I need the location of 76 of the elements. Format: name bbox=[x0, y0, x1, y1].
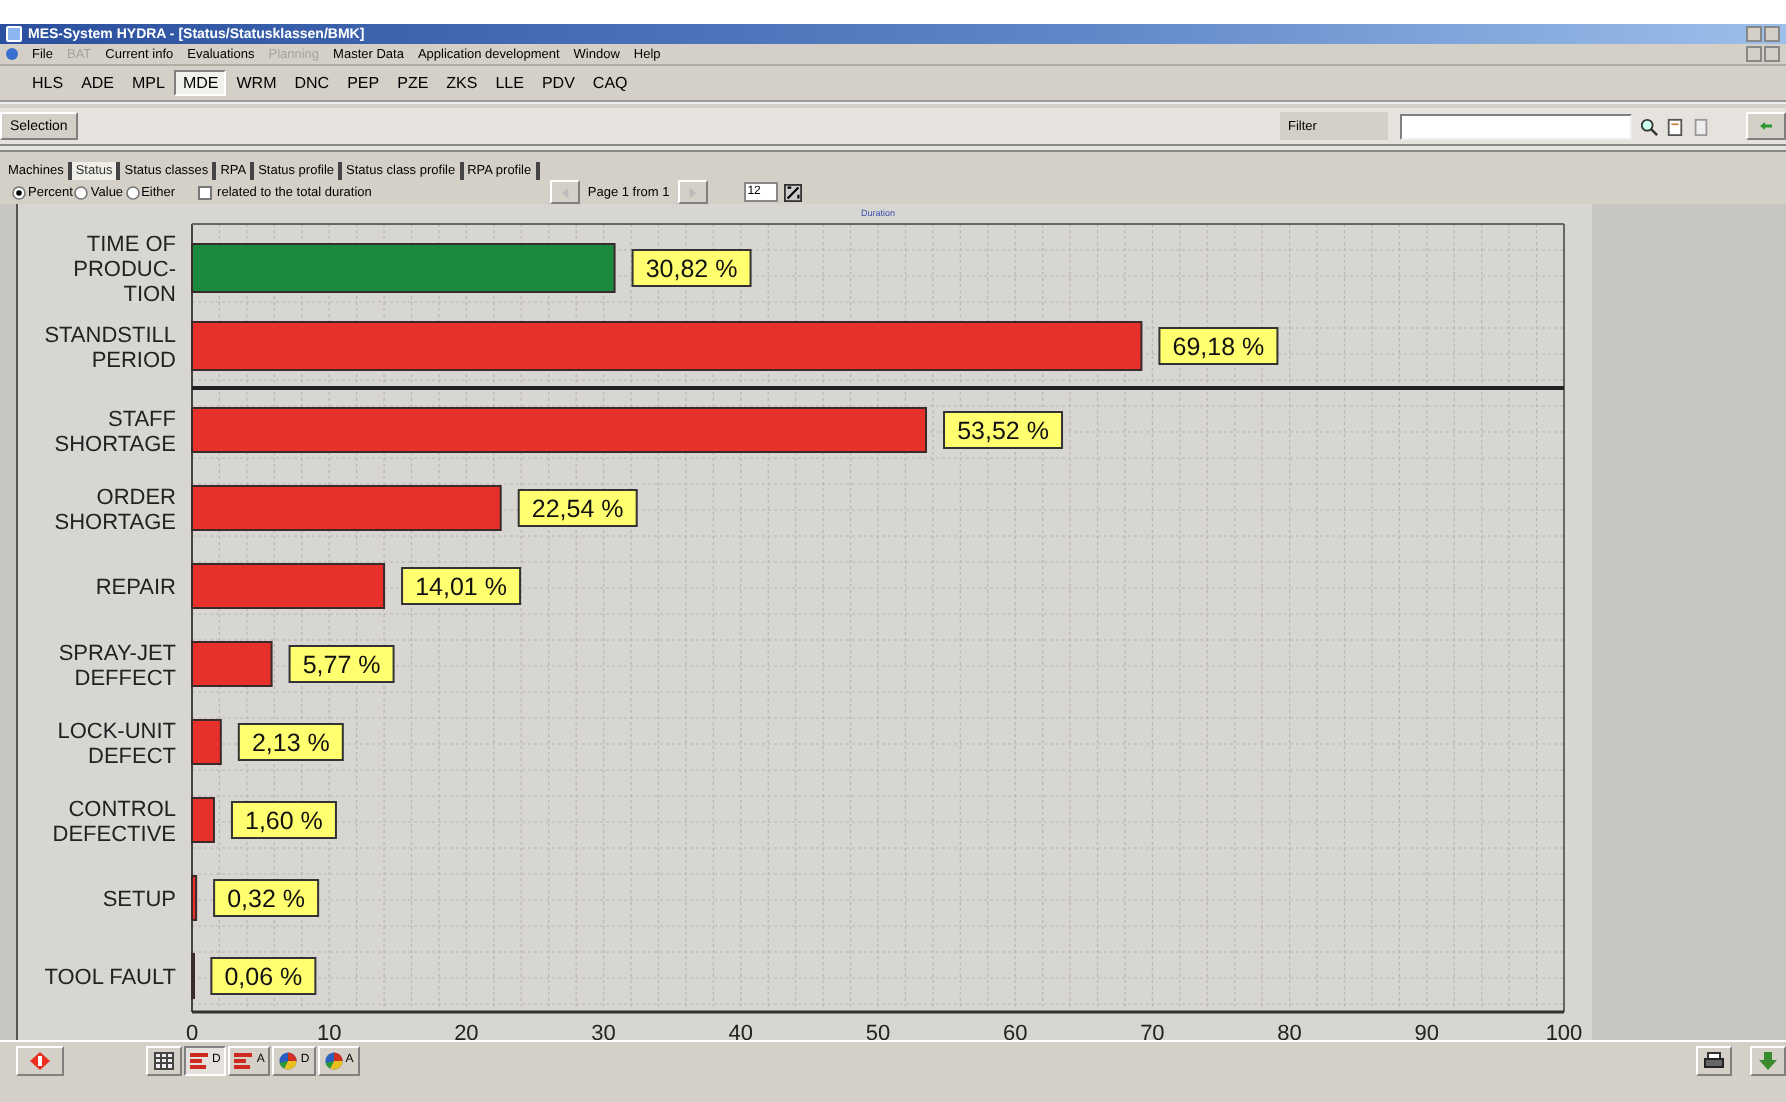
module-button[interactable]: DNC bbox=[286, 70, 338, 96]
module-button[interactable]: PDV bbox=[533, 70, 583, 96]
value-label: 22,54 % bbox=[517, 489, 638, 527]
value-label: 5,77 % bbox=[288, 645, 395, 683]
tick-label: 20 bbox=[454, 1022, 479, 1040]
module-button[interactable]: WRM bbox=[228, 70, 285, 96]
value-label: 53,52 % bbox=[943, 411, 1063, 449]
back-button[interactable] bbox=[1746, 112, 1786, 140]
value-label: 30,82 % bbox=[631, 249, 752, 287]
category-label: SETUP bbox=[102, 888, 176, 912]
tick-label: 90 bbox=[1414, 1022, 1440, 1040]
module-button[interactable]: ZKS bbox=[438, 70, 486, 96]
search-icon[interactable] bbox=[1640, 117, 1658, 135]
category-label: STANDSTILL PERIOD bbox=[44, 323, 176, 373]
tick-label: 50 bbox=[865, 1022, 891, 1040]
value-label: 0,32 % bbox=[213, 879, 320, 917]
radio-button[interactable] bbox=[125, 185, 140, 199]
tick-label: 0 bbox=[185, 1022, 199, 1040]
category-label: TOOL FAULT bbox=[44, 966, 176, 990]
bar-chart-icon bbox=[234, 1051, 255, 1069]
checkbox[interactable] bbox=[197, 185, 212, 199]
tick-label: 40 bbox=[728, 1022, 754, 1040]
module-button[interactable]: CAQ bbox=[584, 70, 636, 96]
module-button[interactable]: HLS bbox=[24, 70, 72, 96]
exit-button[interactable] bbox=[16, 1045, 64, 1075]
previous-page-button[interactable] bbox=[549, 180, 580, 204]
category-label: TIME OF PRODUC-TION bbox=[73, 233, 176, 307]
export-button[interactable] bbox=[1750, 1045, 1786, 1075]
value-label: 1,60 % bbox=[230, 801, 337, 839]
tick-label: 30 bbox=[591, 1022, 616, 1040]
category-label: CONTROL DEFECTIVE bbox=[52, 797, 176, 847]
category-label: SPRAY-JET DEFFECT bbox=[58, 641, 176, 691]
app-icon bbox=[6, 26, 22, 42]
module-button[interactable]: MDE bbox=[174, 70, 227, 96]
pie-chart-icon bbox=[278, 1051, 299, 1069]
value-label: 14,01 % bbox=[401, 567, 522, 605]
print-button[interactable] bbox=[1696, 1045, 1732, 1075]
arrow-icon bbox=[1760, 118, 1772, 134]
restore-button[interactable] bbox=[1764, 46, 1780, 62]
category-label: ORDER SHORTAGE bbox=[54, 485, 176, 535]
caret-icon bbox=[687, 187, 698, 197]
view-button[interactable] bbox=[146, 1045, 182, 1075]
table-icon bbox=[154, 1051, 174, 1069]
module-button[interactable]: PEP bbox=[339, 70, 388, 96]
tick-label: 80 bbox=[1277, 1022, 1302, 1040]
tick-label: 100 bbox=[1545, 1022, 1583, 1040]
stop-icon bbox=[30, 1051, 50, 1069]
module-button[interactable]: MPL bbox=[124, 70, 173, 96]
radio-button[interactable] bbox=[12, 185, 26, 199]
caret-icon bbox=[559, 187, 570, 197]
printer-icon bbox=[1704, 1051, 1724, 1069]
value-label: 69,18 % bbox=[1158, 327, 1279, 365]
tick-label: 70 bbox=[1140, 1022, 1165, 1040]
module-button[interactable]: ADE bbox=[73, 70, 123, 96]
bar-chart-icon bbox=[190, 1051, 210, 1069]
value-label: 2,13 % bbox=[237, 723, 344, 761]
next-page-button[interactable] bbox=[677, 180, 708, 204]
category-label: STAFF SHORTAGE bbox=[54, 407, 176, 457]
module-button[interactable]: PZE bbox=[389, 70, 437, 96]
value-label: 0,06 % bbox=[210, 957, 317, 995]
category-label: REPAIR bbox=[95, 576, 176, 600]
pie-chart-icon bbox=[323, 1051, 344, 1069]
bar bbox=[191, 797, 215, 843]
arrow-icon bbox=[1758, 1051, 1778, 1069]
resize-icon[interactable] bbox=[783, 183, 802, 201]
bar bbox=[191, 641, 273, 687]
tick-label: 60 bbox=[1002, 1022, 1028, 1040]
page-icon[interactable] bbox=[1692, 117, 1710, 135]
category-label: LOCK-UNIT DEFECT bbox=[57, 719, 176, 769]
module-button[interactable]: LLE bbox=[487, 70, 532, 96]
tick-label: 10 bbox=[316, 1022, 342, 1040]
filter-field[interactable] bbox=[1400, 113, 1632, 139]
bar bbox=[191, 875, 198, 921]
radio-button[interactable] bbox=[74, 185, 89, 199]
bar bbox=[191, 719, 222, 765]
maximize-button[interactable] bbox=[1764, 26, 1780, 42]
